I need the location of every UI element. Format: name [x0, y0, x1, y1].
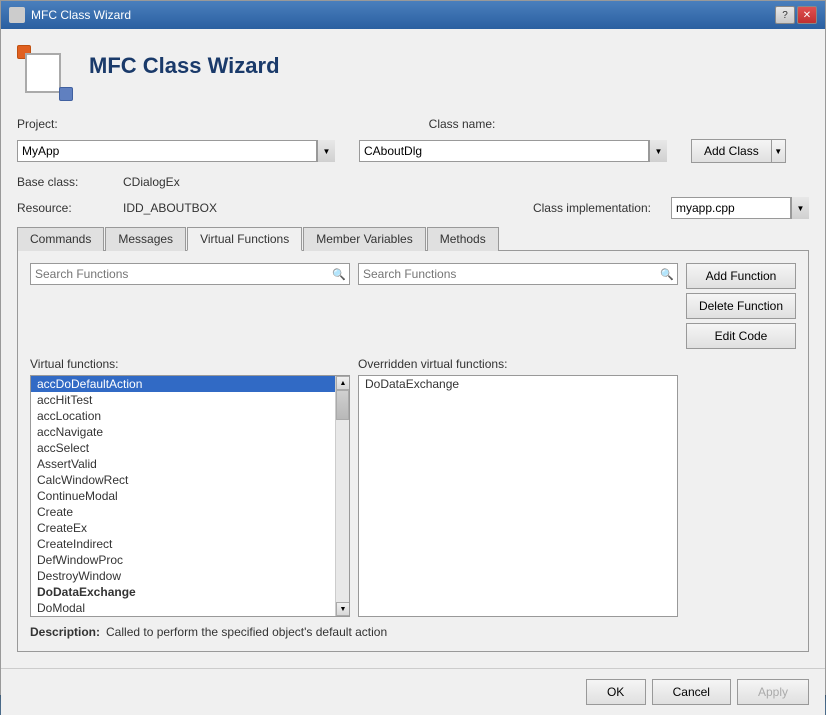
- main-window: MFC Class Wizard ? ✕ MFC Class Wizard Pr…: [0, 0, 826, 695]
- project-row: Project: Class name:: [17, 117, 809, 131]
- footer: OK Cancel Apply: [1, 668, 825, 715]
- page-title: MFC Class Wizard: [89, 53, 280, 79]
- list-item[interactable]: accHitTest: [31, 392, 335, 408]
- lists-row: Virtual functions: accDoDefaultAction ac…: [30, 357, 796, 617]
- virtual-functions-list: accDoDefaultAction accHitTest accLocatio…: [30, 375, 350, 617]
- cancel-button[interactable]: Cancel: [652, 679, 731, 705]
- title-bar-left: MFC Class Wizard: [9, 7, 131, 23]
- window-title: MFC Class Wizard: [31, 8, 131, 22]
- add-class-dropdown-arrow[interactable]: ▼: [772, 139, 786, 163]
- list-item[interactable]: CreateEx: [31, 520, 335, 536]
- project-value: MyApp: [22, 144, 59, 158]
- apply-button[interactable]: Apply: [737, 679, 809, 705]
- right-search-icon[interactable]: 🔍: [657, 264, 677, 284]
- virtual-functions-section: Virtual functions: accDoDefaultAction ac…: [30, 357, 350, 617]
- window-icon: [9, 7, 25, 23]
- list-item[interactable]: AssertValid: [31, 456, 335, 472]
- project-label: Project:: [17, 117, 107, 131]
- list-item[interactable]: DoDataExchange: [359, 376, 677, 392]
- overridden-functions-scroll[interactable]: DoDataExchange: [359, 376, 677, 616]
- project-combo-wrapper: MyApp ▼: [17, 140, 335, 162]
- list-item[interactable]: accLocation: [31, 408, 335, 424]
- project-controls-row: MyApp ▼ CAboutDlg ▼ Add Class ▼: [17, 139, 809, 163]
- resource-label: Resource:: [17, 201, 107, 215]
- form-section: Project: Class name: MyApp ▼ CAboutDlg ▼: [17, 117, 809, 219]
- list-item[interactable]: DoDataExchange: [31, 584, 335, 600]
- close-button[interactable]: ✕: [797, 6, 817, 24]
- tab-messages[interactable]: Messages: [105, 227, 186, 251]
- scroll-thumb[interactable]: [336, 390, 349, 420]
- baseclass-label: Base class:: [17, 175, 107, 189]
- tab-member-variables[interactable]: Member Variables: [303, 227, 425, 251]
- left-search-icon[interactable]: 🔍: [329, 264, 349, 284]
- classname-combo[interactable]: CAboutDlg: [359, 140, 649, 162]
- list-item[interactable]: DefWindowProc: [31, 552, 335, 568]
- search-row: 🔍 🔍 Add Function Delete Function Edit Co…: [30, 263, 796, 349]
- overridden-functions-label: Overridden virtual functions:: [358, 357, 678, 371]
- description-text: Called to perform the specified object's…: [106, 625, 387, 639]
- action-buttons: Add Function Delete Function Edit Code: [686, 263, 796, 349]
- overridden-functions-section: Overridden virtual functions: DoDataExch…: [358, 357, 678, 617]
- icon-box: [25, 53, 61, 93]
- tab-methods[interactable]: Methods: [427, 227, 499, 251]
- virtual-functions-scroll[interactable]: accDoDefaultAction accHitTest accLocatio…: [31, 376, 335, 616]
- list-item[interactable]: accSelect: [31, 440, 335, 456]
- scroll-up-btn[interactable]: ▲: [336, 376, 350, 390]
- classimpl-combo[interactable]: myapp.cpp: [671, 197, 791, 219]
- list-item[interactable]: DoModal: [31, 600, 335, 616]
- help-button[interactable]: ?: [775, 6, 795, 24]
- header-section: MFC Class Wizard: [17, 45, 809, 101]
- baseclass-row: Base class: CDialogEx: [17, 175, 809, 189]
- functions-area: 🔍 🔍 Add Function Delete Function Edit Co…: [30, 263, 796, 639]
- add-class-button[interactable]: Add Class: [691, 139, 772, 163]
- icon-dot2: [59, 87, 73, 101]
- list-item[interactable]: CreateIndirect: [31, 536, 335, 552]
- list-item[interactable]: ContinueModal: [31, 488, 335, 504]
- left-scrollbar[interactable]: ▲ ▼: [335, 376, 349, 616]
- list-item[interactable]: CalcWindowRect: [31, 472, 335, 488]
- left-search-input[interactable]: [31, 265, 329, 283]
- left-search-box: 🔍: [30, 263, 350, 285]
- main-content: MFC Class Wizard Project: Class name: My…: [1, 29, 825, 668]
- add-class-group: Add Class ▼: [691, 139, 786, 163]
- classname-label: Class name:: [429, 117, 496, 131]
- list-item[interactable]: DestroyWindow: [31, 568, 335, 584]
- list-item[interactable]: Create: [31, 504, 335, 520]
- list-item[interactable]: accNavigate: [31, 424, 335, 440]
- tab-commands[interactable]: Commands: [17, 227, 104, 251]
- right-search-box: 🔍: [358, 263, 678, 285]
- title-bar: MFC Class Wizard ? ✕: [1, 1, 825, 29]
- description-label: Description:: [30, 625, 100, 639]
- add-function-button[interactable]: Add Function: [686, 263, 796, 289]
- classname-combo-wrapper: CAboutDlg ▼: [359, 140, 667, 162]
- classname-value: CAboutDlg: [364, 144, 422, 158]
- classimpl-combo-arrow[interactable]: ▼: [791, 197, 809, 219]
- tab-virtual-functions[interactable]: Virtual Functions: [187, 227, 302, 251]
- virtual-functions-label: Virtual functions:: [30, 357, 350, 371]
- title-bar-controls: ? ✕: [775, 6, 817, 24]
- classimpl-combo-wrapper: myapp.cpp ▼: [671, 197, 809, 219]
- resource-row: Resource: IDD_ABOUTBOX Class implementat…: [17, 197, 809, 219]
- scroll-down-btn[interactable]: ▼: [336, 602, 350, 616]
- edit-code-button[interactable]: Edit Code: [686, 323, 796, 349]
- project-combo[interactable]: MyApp: [17, 140, 317, 162]
- baseclass-value: CDialogEx: [123, 175, 180, 189]
- delete-function-button[interactable]: Delete Function: [686, 293, 796, 319]
- right-search-input[interactable]: [359, 265, 657, 283]
- tab-content: 🔍 🔍 Add Function Delete Function Edit Co…: [17, 250, 809, 652]
- buttons-spacer: [686, 357, 796, 617]
- overridden-functions-list: DoDataExchange: [358, 375, 678, 617]
- classimpl-value: myapp.cpp: [676, 201, 735, 215]
- scroll-track: [336, 390, 349, 602]
- project-combo-arrow[interactable]: ▼: [317, 140, 335, 162]
- description-bar: Description: Called to perform the speci…: [30, 625, 796, 639]
- wizard-icon: [17, 45, 73, 101]
- ok-button[interactable]: OK: [586, 679, 646, 705]
- list-item[interactable]: accDoDefaultAction: [31, 376, 335, 392]
- classname-combo-arrow[interactable]: ▼: [649, 140, 667, 162]
- classimpl-label: Class implementation:: [533, 201, 651, 215]
- tab-bar: Commands Messages Virtual Functions Memb…: [17, 227, 809, 251]
- resource-value: IDD_ABOUTBOX: [123, 201, 217, 215]
